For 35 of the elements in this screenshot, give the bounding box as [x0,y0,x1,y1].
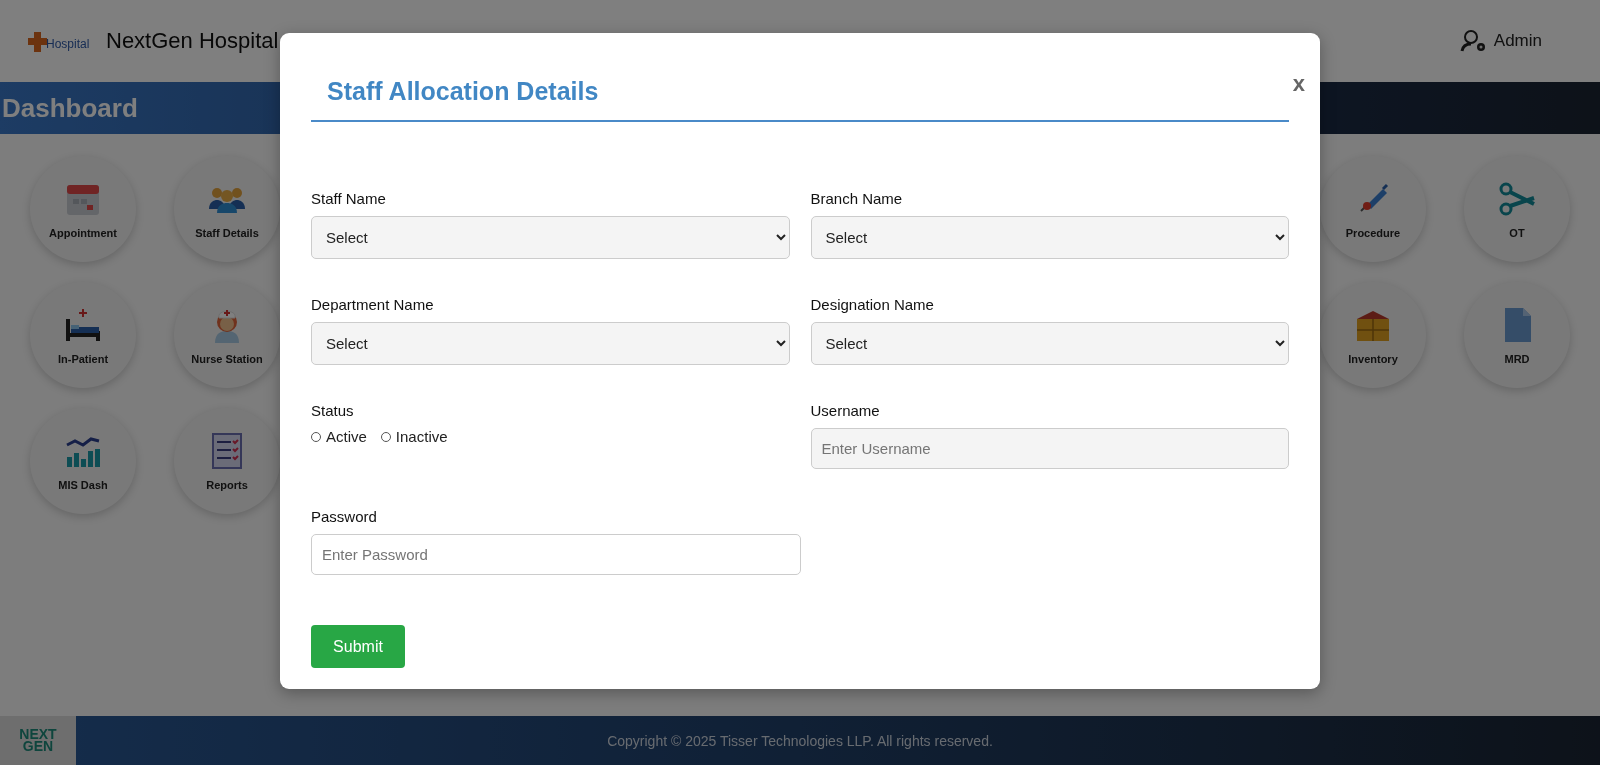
field-label: Staff Name [311,190,387,207]
dashboard-tile[interactable]: Appointment [30,156,136,262]
close-button[interactable]: x [1288,71,1309,97]
username-field[interactable]: Enter Username [810,428,1289,469]
copyright-text: Copyright © 2025 Tisser Technologies LLP. All rights reserved. [606,732,994,749]
radio-option[interactable]: Inactive [380,428,448,445]
dashboard-tile[interactable]: Procedure [1320,156,1426,262]
dashboard-tile[interactable]: Inventory [1320,282,1426,388]
dashboard-title: Dashboard [1,92,138,124]
user-menu[interactable]: Admin [1459,29,1542,53]
dashboard-tile[interactable]: Staff Details [174,156,280,262]
field-label: Password [311,508,378,525]
dashboard-tile[interactable]: MRD [1464,282,1570,388]
field-label: Designation Name [810,296,935,313]
field-label: Department Name [311,296,435,313]
field-label: Branch Name [810,190,904,207]
dropdown-field[interactable]: Select [311,216,790,259]
dashboard-tile[interactable]: Nurse Station [174,282,280,388]
dropdown-field[interactable]: Select [810,322,1289,365]
dashboard-tile[interactable]: In-Patient [30,282,136,388]
dropdown-field[interactable]: Select [810,216,1289,259]
user-gear-icon [1459,29,1488,53]
field-label: Username [810,402,881,419]
password-field[interactable]: Enter Password [311,534,801,575]
modal-title: Staff Allocation Details [327,77,600,106]
app-title: NextGen Hospital [106,28,279,54]
field-label: Status [311,402,355,419]
submit-button[interactable]: Submit [311,625,405,668]
hospital-logo: Hospital [28,28,90,54]
nextgen-logo: NEXT GEN [0,716,76,765]
dashboard-tile[interactable]: Reports [174,408,280,514]
dashboard-tile[interactable]: MIS Dash [30,408,136,514]
dropdown-field[interactable]: Select [311,322,790,365]
radio-option[interactable]: Active [311,428,367,445]
dashboard-tile[interactable]: OT [1464,156,1570,262]
